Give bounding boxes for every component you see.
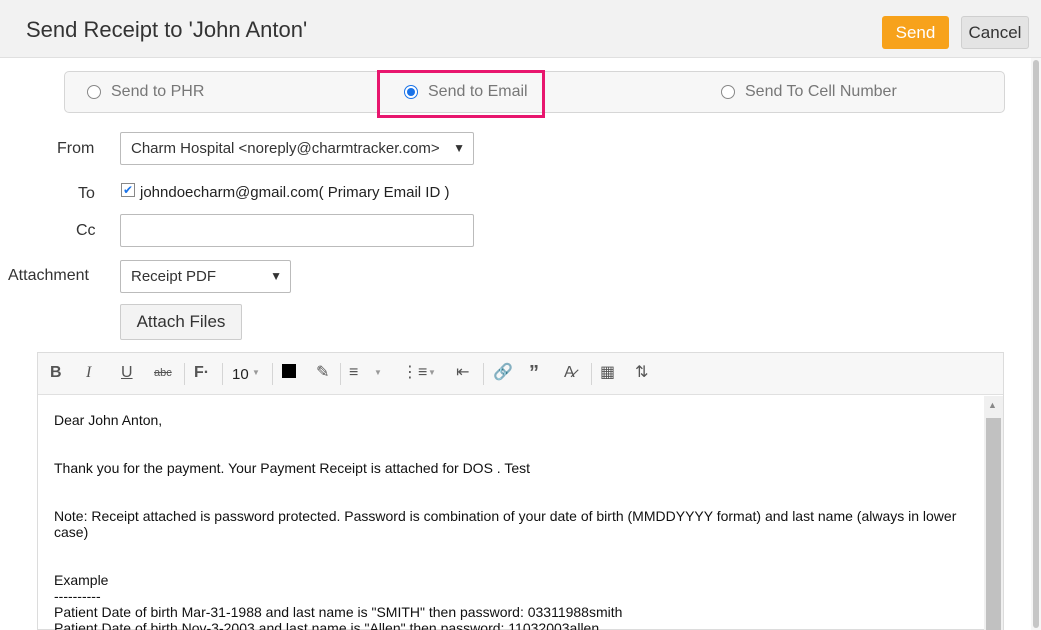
from-select[interactable]: Charm Hospital <noreply@charmtracker.com… bbox=[120, 132, 474, 165]
message-example-heading: Example bbox=[54, 572, 109, 588]
text-color-icon[interactable] bbox=[282, 364, 296, 378]
chevron-down-icon: ▼ bbox=[270, 269, 282, 283]
link-icon[interactable]: 🔗 bbox=[493, 363, 513, 383]
toolbar-divider bbox=[340, 363, 341, 385]
strikethrough-icon[interactable]: abc bbox=[154, 363, 172, 383]
radio-button-selected[interactable] bbox=[404, 85, 418, 99]
toolbar-divider bbox=[222, 363, 223, 385]
bold-icon[interactable]: B bbox=[50, 363, 62, 383]
message-thanks: Thank you for the payment. Your Payment … bbox=[54, 460, 530, 476]
radio-label: Send to Email bbox=[428, 83, 528, 100]
cc-label: Cc bbox=[76, 222, 96, 239]
radio-send-to-email[interactable]: Send to Email bbox=[404, 72, 528, 112]
toolbar-divider bbox=[184, 363, 185, 385]
message-editor: B I U abc F· 10 ▼ ✎ ≡ ▼ ⋮≡ ▼ ⇤ 🔗 ” A̷ ▦ … bbox=[37, 352, 1004, 630]
highlight-pen-icon[interactable]: ✎ bbox=[316, 363, 329, 383]
clear-format-icon[interactable]: A̷ bbox=[564, 363, 575, 383]
toolbar-divider bbox=[272, 363, 273, 385]
message-note: Note: Receipt attached is password prote… bbox=[54, 508, 957, 540]
outdent-icon[interactable]: ⇤ bbox=[456, 363, 469, 383]
message-example-2: Patient Date of birth Nov-3-2003 and las… bbox=[54, 620, 600, 630]
align-icon[interactable]: ≡ bbox=[349, 363, 358, 383]
from-label: From bbox=[57, 140, 95, 157]
message-greeting: Dear John Anton, bbox=[54, 412, 163, 428]
dialog-scrollbar-thumb[interactable] bbox=[1033, 60, 1039, 628]
dialog-title: Send Receipt to 'John Anton' bbox=[26, 17, 308, 42]
scroll-up-icon[interactable]: ▲ bbox=[988, 400, 997, 410]
chevron-down-icon[interactable]: ▼ bbox=[374, 363, 382, 383]
attachment-select[interactable]: Receipt PDF ▼ bbox=[120, 260, 291, 293]
send-method-selector: Send to PHR Send to Email Send To Cell N… bbox=[64, 71, 1005, 113]
radio-label: Send To Cell Number bbox=[745, 83, 897, 100]
from-select-value: Charm Hospital <noreply@charmtracker.com… bbox=[131, 140, 440, 157]
table-icon[interactable]: ▦ bbox=[600, 363, 615, 383]
to-checkbox[interactable]: ✔ bbox=[121, 183, 135, 197]
radio-button[interactable] bbox=[87, 85, 101, 99]
underline-icon[interactable]: U bbox=[121, 363, 133, 383]
quote-icon[interactable]: ” bbox=[529, 363, 539, 383]
toolbar-divider bbox=[483, 363, 484, 385]
italic-icon[interactable]: I bbox=[86, 363, 91, 383]
attachment-label: Attachment bbox=[8, 267, 89, 284]
check-icon: ✔ bbox=[122, 183, 134, 197]
dialog-scrollbar[interactable] bbox=[1031, 58, 1041, 630]
radio-label: Send to PHR bbox=[111, 83, 205, 100]
editor-scrollbar[interactable]: ▲ bbox=[984, 396, 1003, 630]
radio-send-to-phr[interactable]: Send to PHR bbox=[87, 72, 204, 112]
message-divider: ---------- bbox=[54, 588, 101, 604]
cc-input[interactable] bbox=[120, 214, 474, 247]
editor-toolbar: B I U abc F· 10 ▼ ✎ ≡ ▼ ⋮≡ ▼ ⇤ 🔗 ” A̷ ▦ … bbox=[38, 353, 1003, 395]
font-family-icon[interactable]: F· bbox=[194, 363, 209, 383]
radio-button[interactable] bbox=[721, 85, 735, 99]
chevron-down-icon[interactable]: ▼ bbox=[428, 363, 436, 383]
message-example-1: Patient Date of birth Mar-31-1988 and la… bbox=[54, 604, 623, 620]
toolbar-divider bbox=[591, 363, 592, 385]
dialog-header: Send Receipt to 'John Anton' Send Cancel bbox=[0, 0, 1041, 58]
font-size-value[interactable]: 10 bbox=[232, 365, 249, 385]
to-label: To bbox=[78, 185, 95, 202]
chevron-down-icon: ▼ bbox=[453, 141, 465, 155]
radio-send-to-cell[interactable]: Send To Cell Number bbox=[721, 72, 897, 112]
cancel-button[interactable]: Cancel bbox=[961, 16, 1029, 49]
attach-files-button[interactable]: Attach Files bbox=[120, 304, 242, 340]
to-recipient: johndoecharm@gmail.com( Primary Email ID… bbox=[140, 184, 449, 201]
line-height-icon[interactable]: ⇅ bbox=[635, 363, 648, 383]
to-email-note: ( Primary Email ID ) bbox=[318, 184, 450, 201]
editor-scrollbar-thumb[interactable] bbox=[986, 418, 1001, 630]
send-button[interactable]: Send bbox=[882, 16, 949, 49]
to-email: johndoecharm@gmail.com bbox=[140, 184, 319, 201]
chevron-down-icon[interactable]: ▼ bbox=[252, 363, 260, 383]
message-body[interactable]: Dear John Anton, Thank you for the payme… bbox=[38, 396, 984, 630]
bullet-list-icon[interactable]: ⋮≡ bbox=[402, 363, 427, 383]
attachment-select-value: Receipt PDF bbox=[131, 268, 217, 285]
